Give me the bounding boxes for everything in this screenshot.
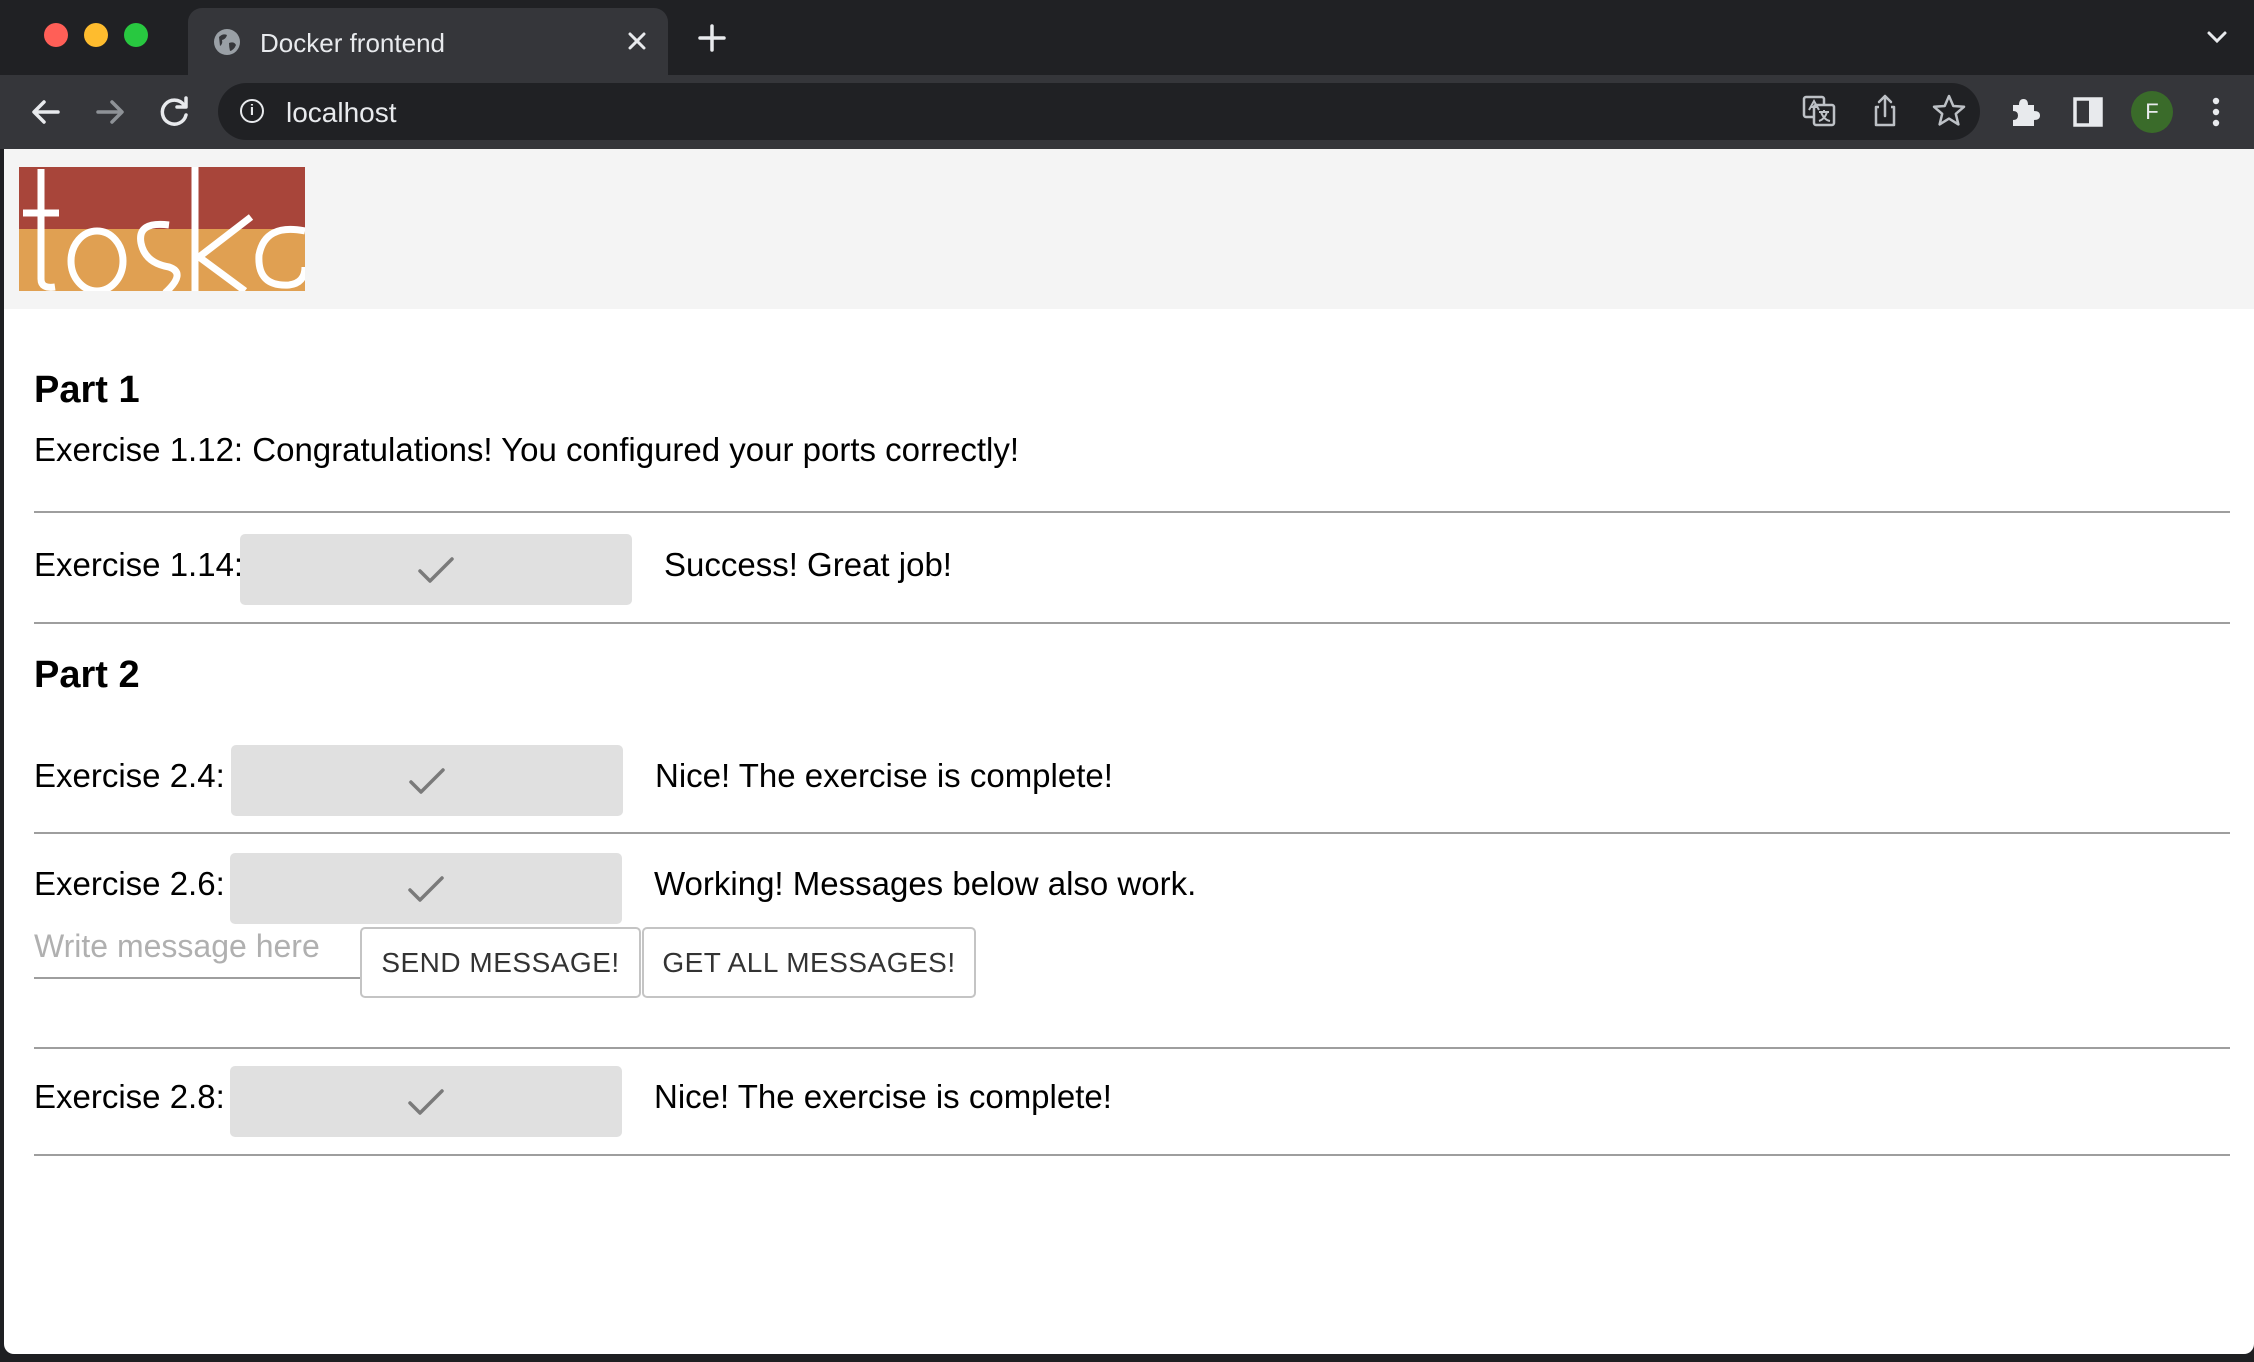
divider <box>34 511 2230 513</box>
part1-title: Part 1 <box>34 369 140 411</box>
chevron-down-icon[interactable] <box>2206 30 2228 49</box>
close-window-button[interactable] <box>44 23 68 47</box>
exercise-1-14-check-button[interactable] <box>240 534 632 605</box>
globe-icon <box>214 29 240 55</box>
page-viewport: toska Part 1 Exercise 1.12: Congratulati… <box>4 149 2254 1354</box>
checkmark-icon <box>418 556 454 583</box>
exercise-2-6-result: Working! Messages below also work. <box>654 865 1197 902</box>
divider <box>34 1047 2230 1049</box>
browser-tab[interactable]: Docker frontend <box>188 8 668 75</box>
get-all-messages-button[interactable]: GET ALL MESSAGES! <box>642 927 976 998</box>
checkmark-icon <box>408 1088 444 1115</box>
tab-close-icon[interactable] <box>622 26 652 56</box>
extensions-puzzle-icon[interactable] <box>2004 91 2046 133</box>
exercise-2-8-result: Nice! The exercise is complete! <box>654 1078 1112 1115</box>
new-tab-icon[interactable] <box>696 22 728 54</box>
url-text[interactable]: localhost <box>286 97 397 129</box>
tab-title: Docker frontend <box>260 28 445 58</box>
browser-titlebar: Docker frontend <box>0 0 2254 75</box>
exercise-1-14-result: Success! Great job! <box>664 546 952 583</box>
exercise-1-12-text: Exercise 1.12: Congratulations! You conf… <box>34 431 1020 468</box>
divider <box>34 622 2230 624</box>
exercise-2-6-label: Exercise 2.6: <box>34 865 225 902</box>
share-icon[interactable] <box>1866 92 1904 135</box>
exercise-2-4-result: Nice! The exercise is complete! <box>655 757 1113 794</box>
page-header: toska <box>4 149 2254 309</box>
exercise-2-8-label: Exercise 2.8: <box>34 1078 225 1115</box>
toska-logo: toska <box>19 167 305 296</box>
send-message-button[interactable]: SEND MESSAGE! <box>360 927 641 998</box>
exercise-2-4-label: Exercise 2.4: <box>34 757 225 794</box>
exercise-1-14-label: Exercise 1.14: <box>34 546 244 583</box>
side-panel-icon[interactable] <box>2067 91 2109 133</box>
exercise-2-6-check-button[interactable] <box>230 853 622 924</box>
divider <box>34 1154 2230 1156</box>
info-icon[interactable]: i <box>240 99 264 123</box>
back-arrow-icon[interactable] <box>25 91 67 133</box>
checkmark-icon <box>408 875 444 902</box>
minimize-window-button[interactable] <box>84 23 108 47</box>
address-bar[interactable]: i localhost <box>218 83 1980 140</box>
reload-icon[interactable] <box>153 91 195 133</box>
background-terminal-strip <box>0 1354 2254 1362</box>
maximize-window-button[interactable] <box>124 23 148 47</box>
exercise-2-8-check-button[interactable] <box>230 1066 622 1137</box>
exercise-2-4-check-button[interactable] <box>231 745 623 816</box>
divider <box>34 832 2230 834</box>
message-input[interactable] <box>34 915 360 979</box>
browser-toolbar: i localhost F <box>0 75 2254 149</box>
bookmark-star-icon[interactable] <box>1930 92 1968 135</box>
checkmark-icon <box>409 767 445 794</box>
forward-arrow-icon[interactable] <box>89 91 131 133</box>
translate-icon[interactable] <box>1800 92 1838 135</box>
kebab-menu-icon[interactable] <box>2195 91 2237 133</box>
part2-title: Part 2 <box>34 654 140 696</box>
profile-avatar[interactable]: F <box>2131 91 2173 133</box>
